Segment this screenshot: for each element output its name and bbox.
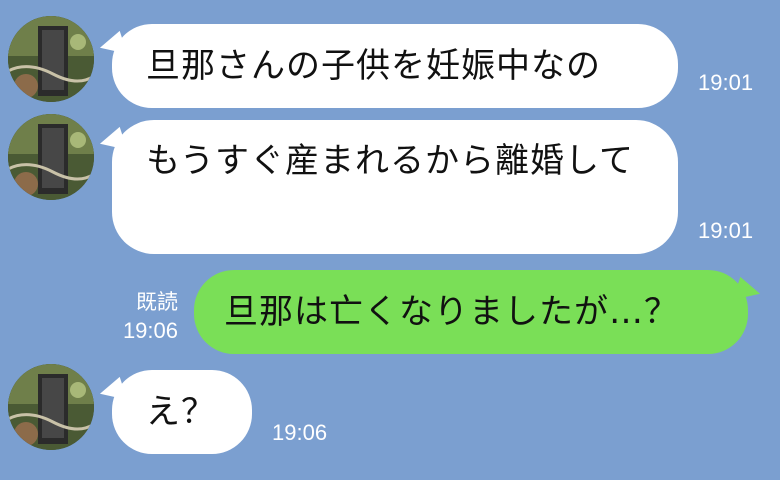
chat-thread: 旦那さんの子供を妊娠中なの 19:01 もうすぐ産まれるから離婚して 19:01…: [0, 0, 780, 480]
read-receipt: 既読 19:06: [100, 286, 178, 344]
sender-avatar[interactable]: [8, 364, 94, 450]
message-timestamp: 19:01: [698, 70, 754, 95]
sender-avatar[interactable]: [8, 114, 94, 200]
message-timestamp: 19:01: [698, 218, 754, 243]
message-text: もうすぐ産まれるから離婚して: [146, 141, 634, 181]
sender-avatar[interactable]: [8, 16, 94, 102]
message-bubble-incoming[interactable]: 旦那さんの子供を妊娠中なの: [112, 24, 678, 108]
message-timestamp: 19:06: [272, 420, 328, 445]
message-bubble-outgoing[interactable]: 旦那は亡くなりましたが…？: [194, 270, 748, 354]
message-bubble-incoming[interactable]: もうすぐ産まれるから離婚して: [112, 120, 678, 254]
message-timestamp: 19:06: [122, 318, 178, 343]
message-bubble-incoming[interactable]: え？: [112, 370, 252, 454]
message-text: え？: [146, 392, 216, 432]
read-label: 既読: [136, 290, 178, 314]
message-text: 旦那は亡くなりましたが…？: [224, 292, 679, 332]
message-text: 旦那さんの子供を妊娠中なの: [146, 46, 601, 86]
